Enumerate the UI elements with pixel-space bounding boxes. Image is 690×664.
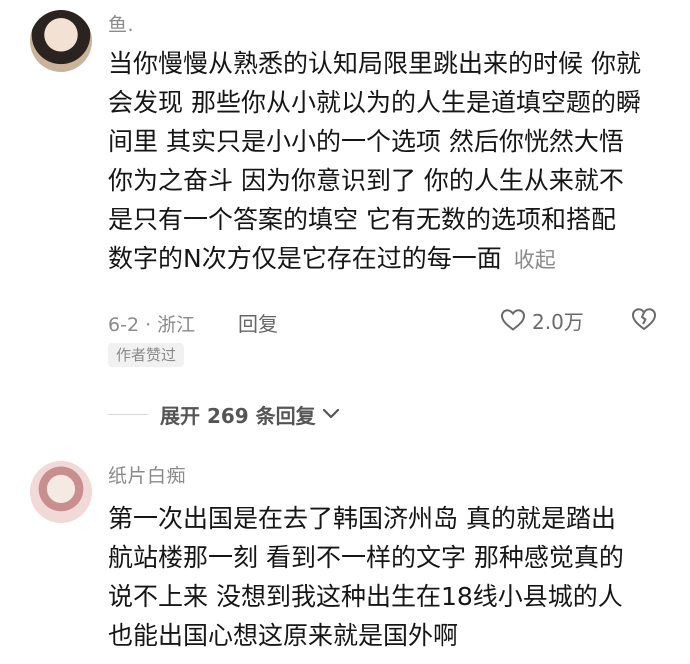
heart-icon bbox=[500, 309, 526, 331]
comment-meta: 6-2 · 浙江 回复 2.0万 bbox=[108, 308, 668, 336]
comment-line: 航站楼那一刻 看到不一样的文字 那种感觉真的 bbox=[108, 543, 624, 572]
chevron-down-icon bbox=[322, 408, 339, 419]
comment-text: 当你慢慢从熟悉的认知局限里跳出来的时候 你就 会发现 那些你从小就以为的人生是道… bbox=[108, 44, 668, 280]
like-button[interactable]: 2.0万 bbox=[500, 306, 584, 334]
comment-username[interactable]: 纸片白痴 bbox=[108, 461, 186, 488]
comment-last-line: 数字的N次方仅是它存在过的每一面 收起 bbox=[108, 239, 668, 280]
comment-line: 第一次出国是在去了韩国济州岛 真的就是踏出 bbox=[108, 504, 616, 533]
comment-text: 第一次出国是在去了韩国济州岛 真的就是踏出 航站楼那一刻 看到不一样的文字 那种… bbox=[108, 499, 668, 655]
reply-button[interactable]: 回复 bbox=[238, 308, 278, 337]
comment-date-location: 6-2 · 浙江 bbox=[108, 314, 196, 336]
comment-item: 纸片白痴 第一次出国是在去了韩国济州岛 真的就是踏出 航站楼那一刻 看到不一样的… bbox=[0, 447, 690, 664]
broken-heart-icon bbox=[631, 308, 657, 331]
comment-line: 你为之奋斗 因为你意识到了 你的人生从来就不 bbox=[108, 166, 624, 195]
comment-line: 会发现 那些你从小就以为的人生是道填空题的瞬 bbox=[108, 88, 641, 117]
comment-line: 说不上来 没想到我这种出生在18线小县城的人 bbox=[108, 582, 623, 611]
comment-username[interactable]: 鱼. bbox=[108, 10, 134, 37]
expand-replies-label: 展开 269 条回复 bbox=[160, 403, 316, 428]
comment-line: 间里 其实只是小小的一个选项 然后你恍然大悟 bbox=[108, 127, 624, 156]
author-liked-badge: 作者赞过 bbox=[108, 343, 185, 367]
comment-line: 也能出国心想这原来就是国外啊 bbox=[108, 621, 459, 650]
user-avatar[interactable] bbox=[30, 10, 92, 72]
comment-line: 当你慢慢从熟悉的认知局限里跳出来的时候 你就 bbox=[108, 49, 641, 78]
user-avatar[interactable] bbox=[30, 461, 92, 523]
expand-replies-button[interactable]: 展开 269 条回复 bbox=[108, 398, 340, 430]
comment-line: 是只有一个答案的填空 它有无数的选项和搭配 bbox=[108, 205, 616, 234]
comment-item: 鱼. 当你慢慢从熟悉的认知局限里跳出来的时候 你就 会发现 那些你从小就以为的人… bbox=[0, 0, 690, 428]
collapse-link[interactable]: 收起 bbox=[514, 248, 556, 272]
dislike-button[interactable] bbox=[630, 306, 658, 337]
comment-line: 数字的N次方仅是它存在过的每一面 bbox=[108, 244, 502, 273]
like-count: 2.0万 bbox=[532, 309, 584, 334]
divider-line bbox=[108, 413, 148, 415]
